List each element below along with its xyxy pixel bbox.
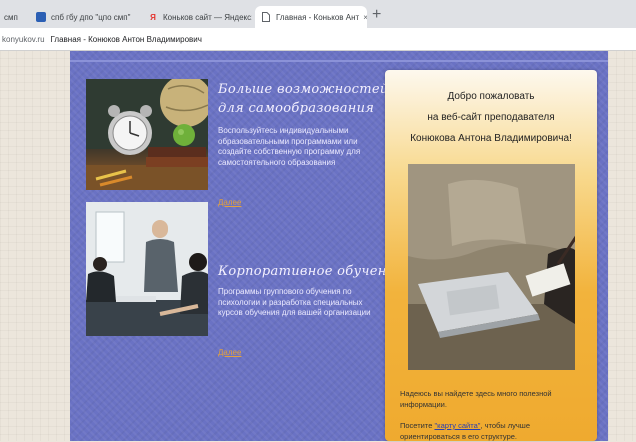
education-photo [86,79,208,190]
welcome-heading: Конюкова Антона Владимировича! [410,133,572,144]
section-description: Программы группового обучения по психоло… [218,287,371,317]
yandex-icon: Я [150,12,156,22]
welcome-heading: Добро пожаловать [447,91,535,102]
browser-tab-bar: смп спб гбу дпо "цпо смп" Я Коньков сайт… [0,0,636,28]
welcome-text: Посетите "карту сайта", чтобы лучше [400,420,580,431]
address-bar[interactable]: konyukov.ru Главная - Конюков Антон Влад… [0,28,636,51]
close-icon[interactable]: × [363,13,367,22]
welcome-text-part: Посетите [400,421,435,430]
section-description: Воспользуйтесь индивидуальными образоват… [218,126,361,167]
welcome-text-part: , чтобы лучше [480,421,530,430]
page-icon [36,12,46,22]
tab-label: смп [4,12,18,22]
corporate-photo [86,202,208,336]
url-text: konyukov.ru [2,34,45,44]
tab-label: Коньков сайт — Яндекс: [163,12,252,22]
section-title-line: для самообразования [218,101,375,116]
tab-label: спб гбу дпо "цпо смп" [51,12,131,22]
browser-tab-yandex[interactable]: Я Коньков сайт — Яндекс: [148,6,252,28]
browser-tab-spb[interactable]: спб гбу дпо "цпо смп" [36,6,140,28]
sitemap-link[interactable]: "карту сайта" [434,421,480,430]
tab-label: Главная - Коньков Ант [276,12,360,22]
welcome-text: Надеюсь вы найдете здесь много полезной … [400,389,552,409]
section-title: Корпоративное обучение [218,262,403,281]
new-tab-button[interactable]: + [372,7,381,23]
more-link[interactable]: Далее [218,348,241,357]
divider [70,60,608,62]
welcome-heading: на веб-сайт преподавателя [427,112,555,123]
browser-tab-active[interactable]: Главная - Коньков Ант × [255,6,367,28]
more-link[interactable]: Далее [218,198,241,207]
welcome-text: ориентироваться в его структуре. [400,432,518,441]
section-title: Больше возможностей для самообразования [218,80,389,118]
browser-tab-smp[interactable]: смп [4,6,30,28]
section-title-line: Корпоративное обучение [218,264,404,279]
document-icon [261,12,271,22]
section-title-line: Больше возможностей [218,82,389,97]
page-title-text: Главная - Конюков Антон Владимирович [50,34,202,44]
laptop-photo [408,164,575,370]
